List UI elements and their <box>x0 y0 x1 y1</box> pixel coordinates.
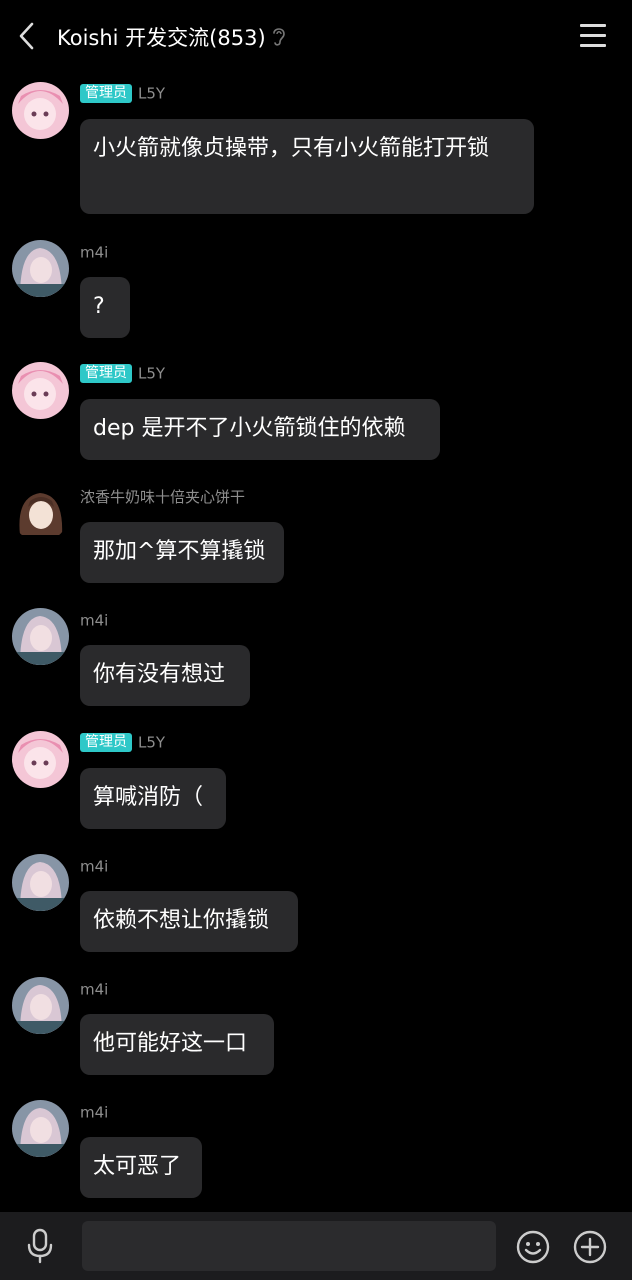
sender-name[interactable]: L5Y <box>138 734 165 752</box>
pink-anime-girl-avatar[interactable] <box>12 82 69 139</box>
plus-icon[interactable] <box>572 1229 608 1265</box>
message-bubble[interactable]: ? <box>80 277 130 338</box>
message-bubble[interactable]: 太可恶了 <box>80 1137 202 1198</box>
microphone-icon[interactable] <box>24 1228 56 1264</box>
message-input[interactable] <box>82 1221 496 1271</box>
sender-name[interactable]: L5Y <box>138 85 165 103</box>
sender-name-row: m4i <box>80 979 108 1001</box>
input-bar <box>0 1212 632 1280</box>
ear-icon[interactable] <box>270 24 288 48</box>
menu-icon[interactable] <box>580 24 606 48</box>
sender-name-row: 管理员 L5Y <box>80 363 165 385</box>
chat-header: Koishi 开发交流(853) <box>0 0 632 72</box>
sender-name[interactable]: 浓香牛奶味十倍夹心饼干 <box>80 488 245 506</box>
silver-hair-anime-avatar[interactable] <box>12 854 69 911</box>
chat-title[interactable]: Koishi 开发交流(853) <box>57 22 266 52</box>
brown-hair-anime-avatar[interactable] <box>12 485 69 542</box>
sender-name[interactable]: m4i <box>80 858 108 876</box>
sender-name-row: 浓香牛奶味十倍夹心饼干 <box>80 486 245 508</box>
pink-anime-girl-avatar[interactable] <box>12 731 69 788</box>
message-bubble[interactable]: 那加^算不算撬锁 <box>80 522 284 583</box>
message-bubble[interactable]: 依赖不想让你撬锁 <box>80 891 298 952</box>
silver-hair-anime-avatar[interactable] <box>12 1100 69 1157</box>
sender-name-row: m4i <box>80 242 108 264</box>
sender-name[interactable]: m4i <box>80 612 108 630</box>
chevron-left-icon[interactable] <box>14 20 42 52</box>
silver-hair-anime-avatar[interactable] <box>12 977 69 1034</box>
message-list[interactable]: 管理员 L5Y 小火箭就像贞操带，只有小火箭能打开锁 m4i ? 管理员 L5Y d… <box>0 72 632 1212</box>
message-bubble[interactable]: 小火箭就像贞操带，只有小火箭能打开锁 <box>80 119 534 214</box>
sender-name-row: 管理员 L5Y <box>80 83 165 105</box>
admin-badge: 管理员 <box>80 733 132 752</box>
emoji-icon[interactable] <box>515 1229 551 1265</box>
message-bubble[interactable]: dep 是开不了小火箭锁住的依赖 <box>80 399 440 460</box>
pink-anime-girl-avatar[interactable] <box>12 362 69 419</box>
sender-name-row: m4i <box>80 856 108 878</box>
silver-hair-anime-avatar[interactable] <box>12 608 69 665</box>
sender-name-row: m4i <box>80 1102 108 1124</box>
message-bubble[interactable]: 你有没有想过 <box>80 645 250 706</box>
admin-badge: 管理员 <box>80 84 132 103</box>
admin-badge: 管理员 <box>80 364 132 383</box>
sender-name[interactable]: m4i <box>80 981 108 999</box>
sender-name-row: m4i <box>80 610 108 632</box>
message-bubble[interactable]: 他可能好这一口 <box>80 1014 274 1075</box>
sender-name[interactable]: L5Y <box>138 365 165 383</box>
sender-name[interactable]: m4i <box>80 1104 108 1122</box>
sender-name[interactable]: m4i <box>80 244 108 262</box>
sender-name-row: 管理员 L5Y <box>80 732 165 754</box>
message-bubble[interactable]: 算喊消防（ <box>80 768 226 829</box>
silver-hair-anime-avatar[interactable] <box>12 240 69 297</box>
